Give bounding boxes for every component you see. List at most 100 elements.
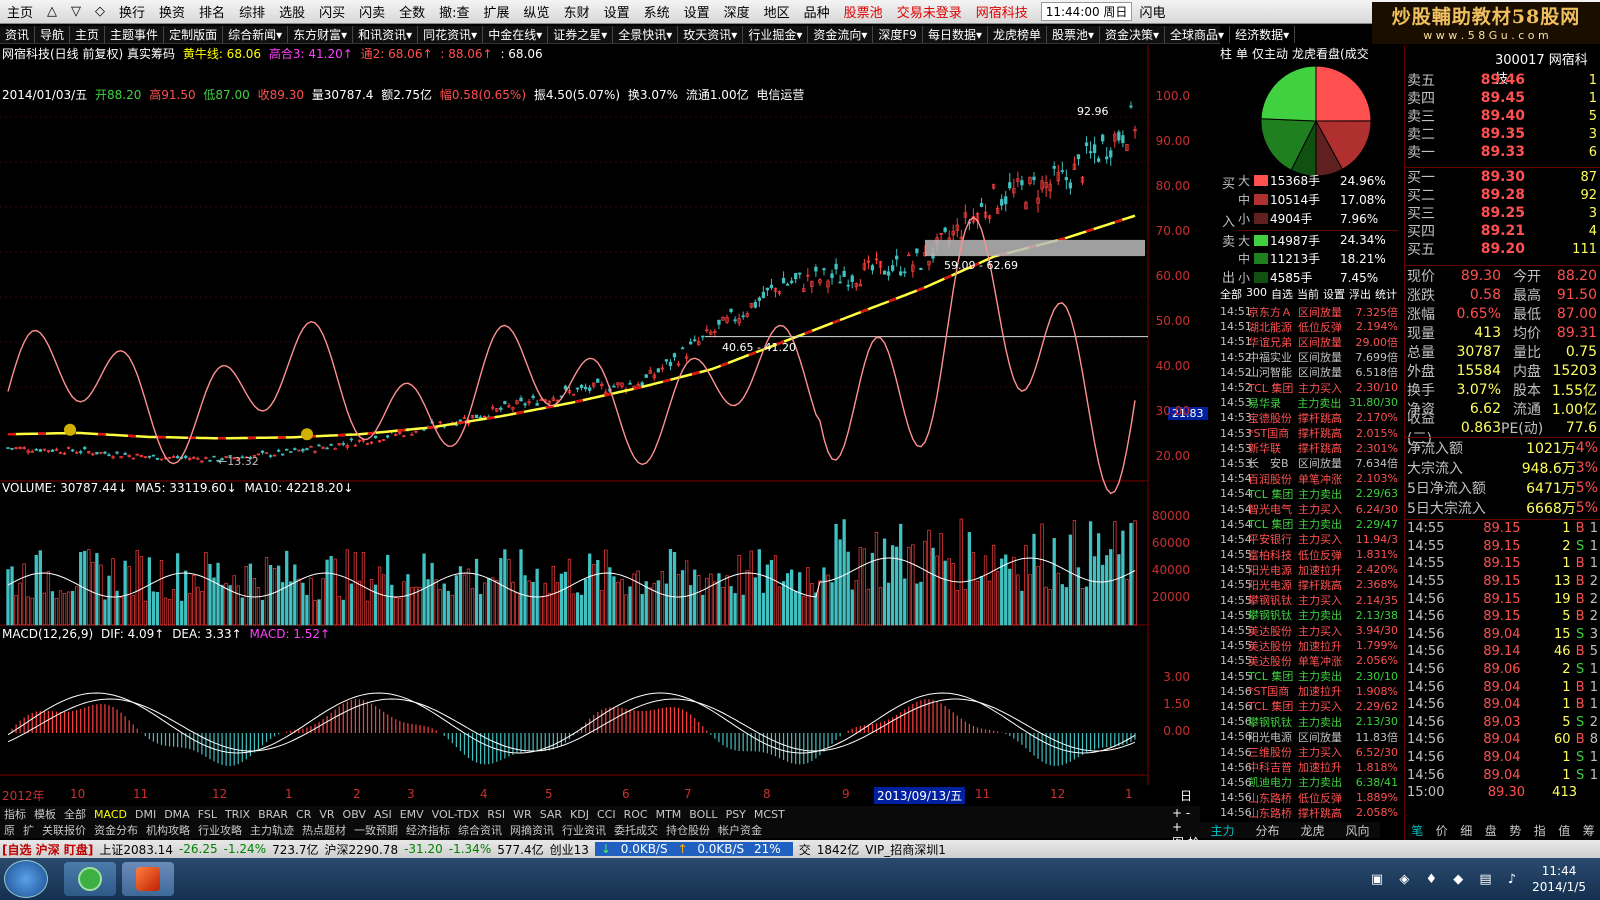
alert-row[interactable]: 14:55 攀钢钒钛 主力卖出 2.13/38 [1220, 608, 1400, 623]
stock-app-task-icon[interactable] [122, 862, 174, 896]
alert-row[interactable]: 14:56 *ST国商 加速拉升 1.908% [1220, 684, 1400, 699]
alert-row[interactable]: 14:54 TCL 集团 主力卖出 2.29/47 [1220, 517, 1400, 532]
menu-item[interactable]: 纵览 [517, 2, 557, 21]
info-tab[interactable]: 关联报价 [38, 822, 90, 838]
toolbar-item[interactable]: 资金决策▾ [1100, 26, 1166, 43]
toolbar-item[interactable]: 主页 [70, 26, 106, 43]
alert-row[interactable]: 14:55 富柏科技 低位反弹 1.831% [1220, 547, 1400, 562]
toolbar-item[interactable]: 深度F9 [873, 26, 923, 43]
info-tab[interactable]: 委托成交 [610, 822, 662, 838]
menu-item-highlight[interactable]: 股票池 [837, 2, 890, 21]
start-button[interactable] [4, 860, 48, 898]
alert-row[interactable]: 14:52 TCL 集团 主力买入 2.30/10 [1220, 380, 1400, 395]
quote-tab[interactable]: 盘 [1479, 822, 1504, 838]
alert-row[interactable]: 14:53 长 安B 区间放量 7.634倍 [1220, 456, 1400, 471]
alert-row[interactable]: 14:55 攀钢钒钛 主力买入 2.14/35 [1220, 593, 1400, 608]
toolbar-item[interactable]: 中金在线▾ [483, 26, 549, 43]
feed-tab[interactable]: 风向 [1335, 822, 1380, 838]
indicator-tab[interactable]: SAR [536, 808, 566, 821]
toolbar-item[interactable]: 导航 [35, 26, 71, 43]
indicator-tab[interactable]: RSI [483, 808, 509, 821]
toolbar-item[interactable]: 全球商品▾ [1165, 26, 1231, 43]
menu-item[interactable]: 闪卖 [352, 2, 392, 21]
menu-item-highlight[interactable]: 交易未登录 [890, 2, 969, 21]
alert-row[interactable]: 14:52 中福实业 区间放量 7.699倍 [1220, 350, 1400, 365]
menu-item[interactable]: ◇ [88, 4, 112, 19]
alert-row[interactable]: 14:56 山东路桥 撑杆跳高 2.058% [1220, 805, 1400, 820]
tray-clock[interactable]: 11:44 2014/1/5 [1532, 863, 1586, 895]
menu-item[interactable]: 选股 [272, 2, 312, 21]
menu-item-flash[interactable]: 闪电 [1132, 2, 1172, 21]
menu-item[interactable]: 设置 [597, 2, 637, 21]
menu-item[interactable]: 东财 [557, 2, 597, 21]
menu-item[interactable]: 主页 [0, 2, 40, 21]
toolbar-item[interactable]: 和讯资讯▾ [353, 26, 419, 43]
indicator-tab[interactable]: BRAR [254, 808, 292, 821]
alert-row[interactable]: 14:54 TCL 集团 主力卖出 2.29/63 [1220, 486, 1400, 501]
indicator-tab[interactable]: OBV [339, 808, 370, 821]
menu-item[interactable]: 全数 [392, 2, 432, 21]
info-tab[interactable]: 主力轨迹 [246, 822, 298, 838]
indicator-tab[interactable]: CCI [593, 808, 620, 821]
alert-row[interactable]: 14:51 湖北能源 低位反弹 2.194% [1220, 319, 1400, 334]
info-tab[interactable]: 资金分布 [90, 822, 142, 838]
alert-row[interactable]: 14:54 平安银行 主力买入 11.94/3 [1220, 532, 1400, 547]
indicator-tab[interactable]: MTM [652, 808, 686, 821]
indicator-tab[interactable]: 指标 [0, 806, 30, 822]
indicator-tab[interactable]: VOL-TDX [428, 808, 484, 821]
flow-tab[interactable]: 仅主动 [1252, 45, 1288, 62]
toolbar-item[interactable]: 综合新闻▾ [223, 26, 289, 43]
indicator-tab[interactable]: MACD [90, 808, 131, 821]
quote-tab[interactable]: 细 [1454, 822, 1479, 838]
toolbar-item[interactable]: 证券之星▾ [548, 26, 614, 43]
alert-row[interactable]: 14:54 智光电气 主力买入 6.24/30 [1220, 501, 1400, 517]
toolbar-item[interactable]: 经济数据▾ [1230, 26, 1296, 43]
alert-row[interactable]: 14:53 *ST国商 撑杆跳高 2.015% [1220, 426, 1400, 441]
alert-row[interactable]: 14:56 攀钢钒钛 主力卖出 2.13/30 [1220, 714, 1400, 729]
menu-item[interactable]: 换资 [152, 2, 192, 21]
feed-tab[interactable]: 分布 [1245, 822, 1290, 838]
indicator-tab[interactable]: 模板 [30, 806, 60, 822]
menu-item[interactable]: 系统 [637, 2, 677, 21]
alert-row[interactable]: 14:54 百润股份 单笔冲涨 2.103% [1220, 471, 1400, 486]
flow-tab[interactable]: 柱 [1220, 45, 1232, 62]
indicator-tab[interactable]: CR [292, 808, 315, 821]
indicator-tab[interactable]: DMA [160, 808, 194, 821]
toolbar-item[interactable]: 股票池▾ [1047, 26, 1101, 43]
menu-item[interactable]: 撤:查 [432, 2, 476, 21]
info-tab[interactable]: 网摘资讯 [506, 822, 558, 838]
status-watch[interactable]: [自选 沪深 盯盘] [2, 841, 93, 858]
quote-tab[interactable]: 价 [1430, 822, 1455, 838]
info-tab[interactable]: 综合资讯 [454, 822, 506, 838]
indicator-tab[interactable]: EMV [396, 808, 428, 821]
alert-row[interactable]: 14:56 三维股份 主力买入 6.52/30 [1220, 744, 1400, 760]
info-tab[interactable]: 行业资讯 [558, 822, 610, 838]
toolbar-item[interactable]: 资金流向▾ [808, 26, 874, 43]
feed-tab[interactable]: 龙虎 [1290, 822, 1335, 838]
alert-row[interactable]: 14:55 美达股份 加速拉升 1.799% [1220, 638, 1400, 653]
info-tab[interactable]: 原 [0, 822, 19, 838]
flow-tab[interactable]: 单 [1236, 45, 1248, 62]
alert-row[interactable]: 14:53 易华录 主力卖出 31.80/30 [1220, 395, 1400, 410]
kline-chart[interactable] [0, 45, 1192, 785]
alert-row[interactable]: 14:56 山东路桥 低位反弹 1.889% [1220, 790, 1400, 805]
indicator-tab[interactable]: VR [315, 808, 338, 821]
alert-tab[interactable]: 统计 [1375, 286, 1397, 302]
menu-item[interactable]: 设置 [677, 2, 717, 21]
quote-tab[interactable]: 势 [1503, 822, 1528, 838]
indicator-tab[interactable]: KDJ [566, 808, 593, 821]
info-tab[interactable]: 经济指标 [402, 822, 454, 838]
alert-tab[interactable]: 浮出 [1349, 286, 1371, 302]
toolbar-item[interactable]: 每日数据▾ [923, 26, 988, 43]
alert-row[interactable]: 14:56 阳光电源 区间放量 11.83倍 [1220, 729, 1400, 744]
status-server[interactable]: VIP_招商深圳1 [865, 841, 946, 858]
quote-tab[interactable]: 值 [1552, 822, 1577, 838]
menu-item[interactable]: 扩展 [477, 2, 517, 21]
toolbar-item[interactable]: 主题事件 [105, 26, 165, 43]
indicator-tab[interactable]: TRIX [221, 808, 254, 821]
toolbar-item[interactable]: 龙虎榜单 [988, 26, 1047, 43]
flow-tab[interactable]: 龙虎看盘(成交 [1292, 45, 1369, 62]
toolbar-item[interactable]: 玫天资讯▾ [678, 26, 744, 43]
feed-tab[interactable]: 主力 [1200, 822, 1245, 838]
tray-icons[interactable]: ▣ ◈ ♦ ◆ ▤ ♪ [1371, 872, 1522, 887]
